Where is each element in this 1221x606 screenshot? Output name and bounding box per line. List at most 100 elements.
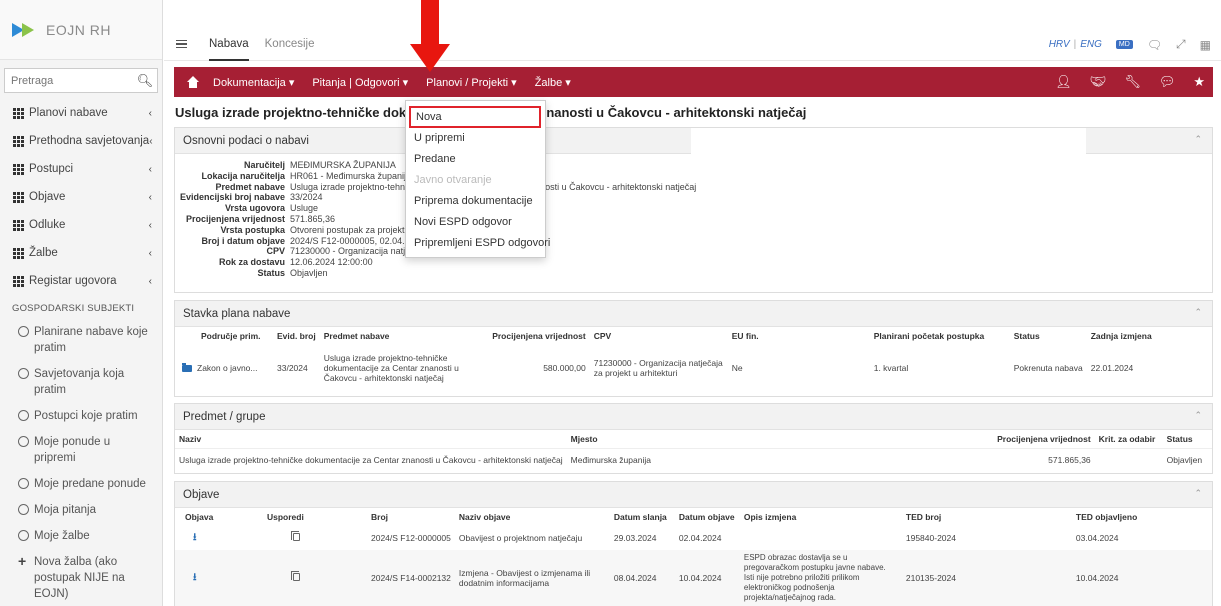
info-row: Rok za dostavu 12.06.2024 12:00:00 bbox=[175, 257, 1212, 268]
home-icon[interactable] bbox=[187, 76, 199, 88]
notice-published-date: 02.04.2024 bbox=[678, 533, 722, 543]
circle-icon bbox=[18, 530, 29, 541]
chevron-left-icon: ‹ bbox=[148, 275, 152, 287]
panel-header[interactable]: Objave ⌃ bbox=[175, 482, 1212, 508]
column-header: Objava bbox=[185, 512, 214, 522]
folder-icon[interactable] bbox=[182, 363, 192, 373]
sidebar-subitem-pitanja[interactable]: Moja pitanja bbox=[0, 498, 162, 524]
group-place: Međimurska županija bbox=[566, 448, 985, 471]
grid-icon bbox=[13, 135, 24, 147]
column-header: Status bbox=[1013, 331, 1040, 341]
table-row[interactable]: Zakon o javno... 33/2024 Usluga izrade p… bbox=[175, 345, 1212, 391]
column-header: Zadnja izmjena bbox=[1090, 331, 1152, 341]
circle-icon bbox=[18, 504, 29, 515]
logo[interactable]: EOJN RH bbox=[0, 0, 162, 60]
menu-zalbe[interactable]: Žalbe ▾ bbox=[535, 76, 571, 89]
handshake-icon[interactable]: 🤝︎ bbox=[1090, 74, 1107, 90]
groups-table: Naziv Mjesto Procijenjena vrijednost Kri… bbox=[175, 430, 1212, 471]
grid-icon bbox=[13, 163, 24, 175]
info-row: Evidencijski broj nabave 33/2024 bbox=[175, 192, 1212, 203]
chevron-up-icon[interactable]: ⌃ bbox=[1194, 307, 1202, 318]
table-header-row: Naziv Mjesto Procijenjena vrijednost Kri… bbox=[175, 430, 1212, 449]
plan-subject: Usluga izrade projektno-tehničke dokumen… bbox=[323, 353, 459, 383]
column-header: Krit. za odabir bbox=[1098, 434, 1156, 444]
notice-ted-number: 210135-2024 bbox=[901, 550, 1072, 606]
dropdown-item-predane[interactable]: Predane bbox=[406, 149, 545, 170]
sidebar-subitem-planirane-nabave[interactable]: Planirane nabave koje pratim bbox=[0, 320, 162, 362]
chevron-up-icon[interactable]: ⌃ bbox=[1194, 410, 1202, 421]
column-header: Planirani početak postupka bbox=[873, 331, 985, 341]
circle-icon bbox=[18, 326, 29, 337]
sidebar-subitem-zalbe[interactable]: Moje žalbe bbox=[0, 524, 162, 550]
dropdown-item-pripremljeni-espd[interactable]: Pripremljeni ESPD odgovori bbox=[406, 233, 550, 254]
lang-hr-link[interactable]: HRV bbox=[1049, 39, 1070, 50]
panel-title: Osnovni podaci o nabavi bbox=[183, 134, 309, 147]
star-icon[interactable]: ★ bbox=[1193, 74, 1205, 90]
search-box: 🔍︎ bbox=[4, 68, 158, 93]
menu-right-icons: 👤︎ 🤝︎ 🔧︎ 💬︎ ★ bbox=[1055, 67, 1205, 97]
column-header: Naziv objave bbox=[458, 512, 511, 522]
sidebar-item-label: Planovi nabave bbox=[29, 107, 108, 119]
wrench-icon[interactable]: 🔧︎ bbox=[1124, 74, 1141, 90]
info-row: Vrsta ugovora Usluge bbox=[175, 203, 1212, 214]
sidebar-item-planovi-nabave[interactable]: Planovi nabave ‹ bbox=[0, 99, 162, 127]
chevron-up-icon[interactable]: ⌃ bbox=[1194, 134, 1202, 145]
info-value: 33/2024 bbox=[290, 192, 323, 203]
download-icon[interactable]: ⭳ bbox=[193, 570, 197, 587]
sidebar-item-label: Prethodna savjetovanja bbox=[29, 135, 150, 147]
dropdown-item-u-pripremi[interactable]: U pripremi bbox=[406, 128, 545, 149]
dropdown-item-priprema-dokumentacije[interactable]: Priprema dokumentacije bbox=[406, 191, 545, 212]
sidebar-item-label: Žalbe bbox=[29, 247, 58, 259]
sidebar-item-prethodna-savjetovanja[interactable]: Prethodna savjetovanja ‹ bbox=[0, 127, 162, 155]
fullscreen-icon[interactable]: ⤢ bbox=[1176, 37, 1186, 52]
lang-en-link[interactable]: ENG bbox=[1080, 39, 1102, 50]
sidebar-subitem-ponude-pripremi[interactable]: Moje ponude u pripremi bbox=[0, 430, 162, 472]
hamburger-icon[interactable] bbox=[176, 39, 187, 49]
download-icon[interactable]: ⭳ bbox=[193, 530, 197, 547]
menu-pitanja-odgovori[interactable]: Pitanja | Odgovori ▾ bbox=[312, 76, 408, 89]
info-row: Broj i datum objave 2024/S F12-0000005, 0… bbox=[175, 236, 1212, 247]
compare-icon[interactable] bbox=[291, 571, 300, 581]
table-row[interactable]: ⭳ 2024/S F14-0002132 Izmjena - Obavijest… bbox=[175, 550, 1212, 606]
chat-icon[interactable]: 🗨︎ bbox=[1147, 38, 1162, 52]
dropdown-item-novi-espd[interactable]: Novi ESPD odgovor bbox=[406, 212, 545, 233]
info-key: Vrsta ugovora bbox=[224, 203, 285, 214]
circle-icon bbox=[18, 478, 29, 489]
table-row[interactable]: Usluga izrade projektno-tehničke dokumen… bbox=[175, 448, 1212, 471]
info-key: Status bbox=[257, 267, 285, 278]
column-header: Procijenjena vrijednost bbox=[997, 434, 1091, 444]
sidebar-item-zalbe[interactable]: Žalbe ‹ bbox=[0, 239, 162, 267]
comments-icon[interactable]: 💬︎ bbox=[1159, 74, 1176, 90]
add-user-icon[interactable]: 👤︎ bbox=[1055, 74, 1072, 90]
info-key: Lokacija naručitelja bbox=[201, 170, 285, 181]
sidebar-item-postupci[interactable]: Postupci ‹ bbox=[0, 155, 162, 183]
plan-value: 580.000,00 bbox=[543, 363, 586, 373]
apps-grid-icon[interactable]: ▦ bbox=[1200, 38, 1211, 52]
chevron-left-icon: ‹ bbox=[148, 191, 152, 203]
info-key: Vrsta postupka bbox=[220, 224, 285, 235]
sidebar-subitem-nova-zalba[interactable]: + Nova žalba (ako postupak NIJE na EOJN) bbox=[0, 550, 162, 606]
sidebar-subitem-predane-ponude[interactable]: Moje predane ponude bbox=[0, 472, 162, 498]
sidebar-subitem-label: Planirane nabave koje pratim bbox=[34, 326, 148, 354]
sidebar-item-objave[interactable]: Objave ‹ bbox=[0, 183, 162, 211]
sidebar-subitem-postupci[interactable]: Postupci koje pratim bbox=[0, 404, 162, 430]
sidebar-item-odluke[interactable]: Odluke ‹ bbox=[0, 211, 162, 239]
search-input[interactable] bbox=[5, 74, 133, 87]
chevron-up-icon[interactable]: ⌃ bbox=[1194, 488, 1202, 499]
column-header: Usporedi bbox=[267, 512, 304, 522]
user-badge[interactable]: MD bbox=[1115, 40, 1133, 49]
panel-header[interactable]: Predmet / grupe ⌃ bbox=[175, 404, 1212, 430]
sidebar-item-registar-ugovora[interactable]: Registar ugovora ‹ bbox=[0, 267, 162, 295]
panel-header[interactable]: Stavka plana nabave ⌃ bbox=[175, 301, 1212, 327]
tab-nabava[interactable]: Nabava bbox=[209, 28, 249, 61]
dropdown-item-nova[interactable]: Nova bbox=[409, 106, 541, 128]
search-icon[interactable]: 🔍︎ bbox=[133, 73, 157, 89]
menu-dokumentacija[interactable]: Dokumentacija ▾ bbox=[213, 76, 294, 89]
sidebar-subitem-savjetovanja[interactable]: Savjetovanja koja pratim bbox=[0, 362, 162, 404]
info-key: Predmet nabave bbox=[215, 181, 285, 192]
info-row: Predmet nabave Usluga izrade projektno-te… bbox=[175, 182, 1212, 193]
group-criteria bbox=[1094, 448, 1163, 471]
compare-icon[interactable] bbox=[291, 531, 300, 541]
table-row[interactable]: ⭳ 2024/S F12-0000005 Obavijest o projekt… bbox=[175, 526, 1212, 550]
tab-koncesije[interactable]: Koncesije bbox=[265, 28, 315, 61]
